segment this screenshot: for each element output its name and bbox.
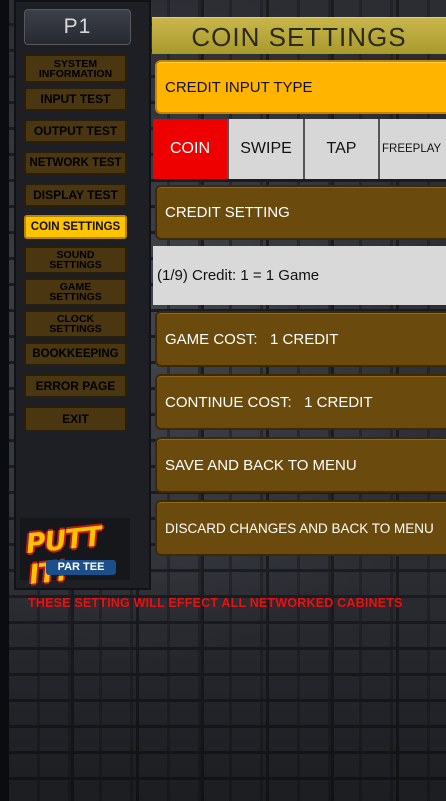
- option-label: SWIPE: [240, 140, 292, 157]
- page-title: COIN SETTINGS: [152, 17, 446, 54]
- sidebar-item-coin-settings[interactable]: COIN SETTINGS: [24, 215, 127, 239]
- continue-cost-button[interactable]: CONTINUE COST: 1 CREDIT: [155, 374, 446, 430]
- sidebar-item-exit[interactable]: EXIT: [24, 406, 127, 432]
- save-and-back-button[interactable]: SAVE AND BACK TO MENU: [155, 437, 446, 493]
- sidebar-item-label: NETWORK TEST: [29, 156, 122, 169]
- sidebar-item-label: INPUT TEST: [40, 91, 111, 106]
- player-label: P1: [24, 9, 131, 45]
- credit-setting-label: CREDIT SETTING: [165, 204, 290, 221]
- sidebar-item-label: SYSTEM: [53, 57, 98, 70]
- option-label: FREEPLAY: [382, 143, 442, 155]
- option-tap[interactable]: TAP: [305, 119, 380, 179]
- sidebar-item-label: ERROR PAGE: [35, 378, 116, 393]
- sidebar-item-label: DISPLAY TEST: [33, 187, 118, 202]
- game-cost-label: GAME COST: 1 CREDIT: [165, 330, 339, 348]
- continue-cost-label: CONTINUE COST: 1 CREDIT: [165, 393, 373, 411]
- sidebar-item-input-test[interactable]: INPUT TEST: [24, 87, 127, 111]
- sidebar-item-label: OUTPUT TEST: [33, 123, 118, 138]
- game-logo: PUTT IT! PAR TEE: [20, 518, 130, 591]
- sidebar-item-label: SETTINGS: [49, 291, 102, 303]
- sidebar-item-game-settings[interactable]: GAME SETTINGS: [24, 278, 127, 306]
- option-label: COIN: [170, 140, 210, 157]
- network-warning: THESE SETTING WILL EFFECT ALL NETWORKED …: [28, 596, 403, 610]
- credit-setting-value-text: (1/9) Credit: 1 = 1 Game: [157, 267, 320, 284]
- sidebar-item-system-information[interactable]: SYSTEM INFORMATION: [24, 54, 127, 83]
- sidebar-item-network-test[interactable]: NETWORK TEST: [24, 151, 127, 175]
- sidebar-item-sound-settings[interactable]: SOUND SETTINGS: [24, 246, 127, 274]
- sidebar-item-error-page[interactable]: ERROR PAGE: [24, 374, 127, 398]
- discard-changes-button[interactable]: DISCARD CHANGES AND BACK TO MENU: [155, 500, 446, 556]
- option-swipe[interactable]: SWIPE: [229, 119, 305, 179]
- save-button-label: SAVE AND BACK TO MENU: [165, 456, 357, 474]
- sidebar-item-label: COIN SETTINGS: [30, 220, 121, 233]
- option-coin[interactable]: COIN: [153, 119, 229, 179]
- sidebar-item-label: BOOKKEEPING: [32, 347, 119, 360]
- sidebar-item-display-test[interactable]: DISPLAY TEST: [24, 183, 127, 207]
- left-edge: [0, 0, 9, 801]
- logo-title: PUTT IT!: [24, 521, 103, 591]
- sidebar-item-label: EXIT: [62, 411, 89, 426]
- logo-subtitle: PAR TEE: [46, 560, 116, 575]
- sidebar-item-bookkeeping[interactable]: BOOKKEEPING: [24, 342, 127, 366]
- credit-input-type-label: CREDIT INPUT TYPE: [165, 78, 313, 96]
- credit-setting-button[interactable]: CREDIT SETTING: [155, 185, 446, 240]
- discard-button-label: DISCARD CHANGES AND BACK TO MENU: [165, 520, 434, 536]
- sidebar-item-label: SETTINGS: [49, 259, 102, 271]
- option-label: TAP: [326, 140, 357, 157]
- sidebar-item-label: SETTINGS: [49, 323, 102, 335]
- sidebar-item-clock-settings[interactable]: CLOCK SETTINGS: [24, 310, 127, 338]
- sidebar-item-label: INFORMATION: [38, 67, 113, 80]
- sidebar-item-output-test[interactable]: OUTPUT TEST: [24, 119, 127, 143]
- credit-input-type-header: CREDIT INPUT TYPE: [155, 60, 446, 114]
- option-freeplay[interactable]: FREEPLAY: [380, 119, 446, 179]
- game-cost-button[interactable]: GAME COST: 1 CREDIT: [155, 311, 446, 367]
- credit-setting-value: (1/9) Credit: 1 = 1 Game: [153, 246, 446, 305]
